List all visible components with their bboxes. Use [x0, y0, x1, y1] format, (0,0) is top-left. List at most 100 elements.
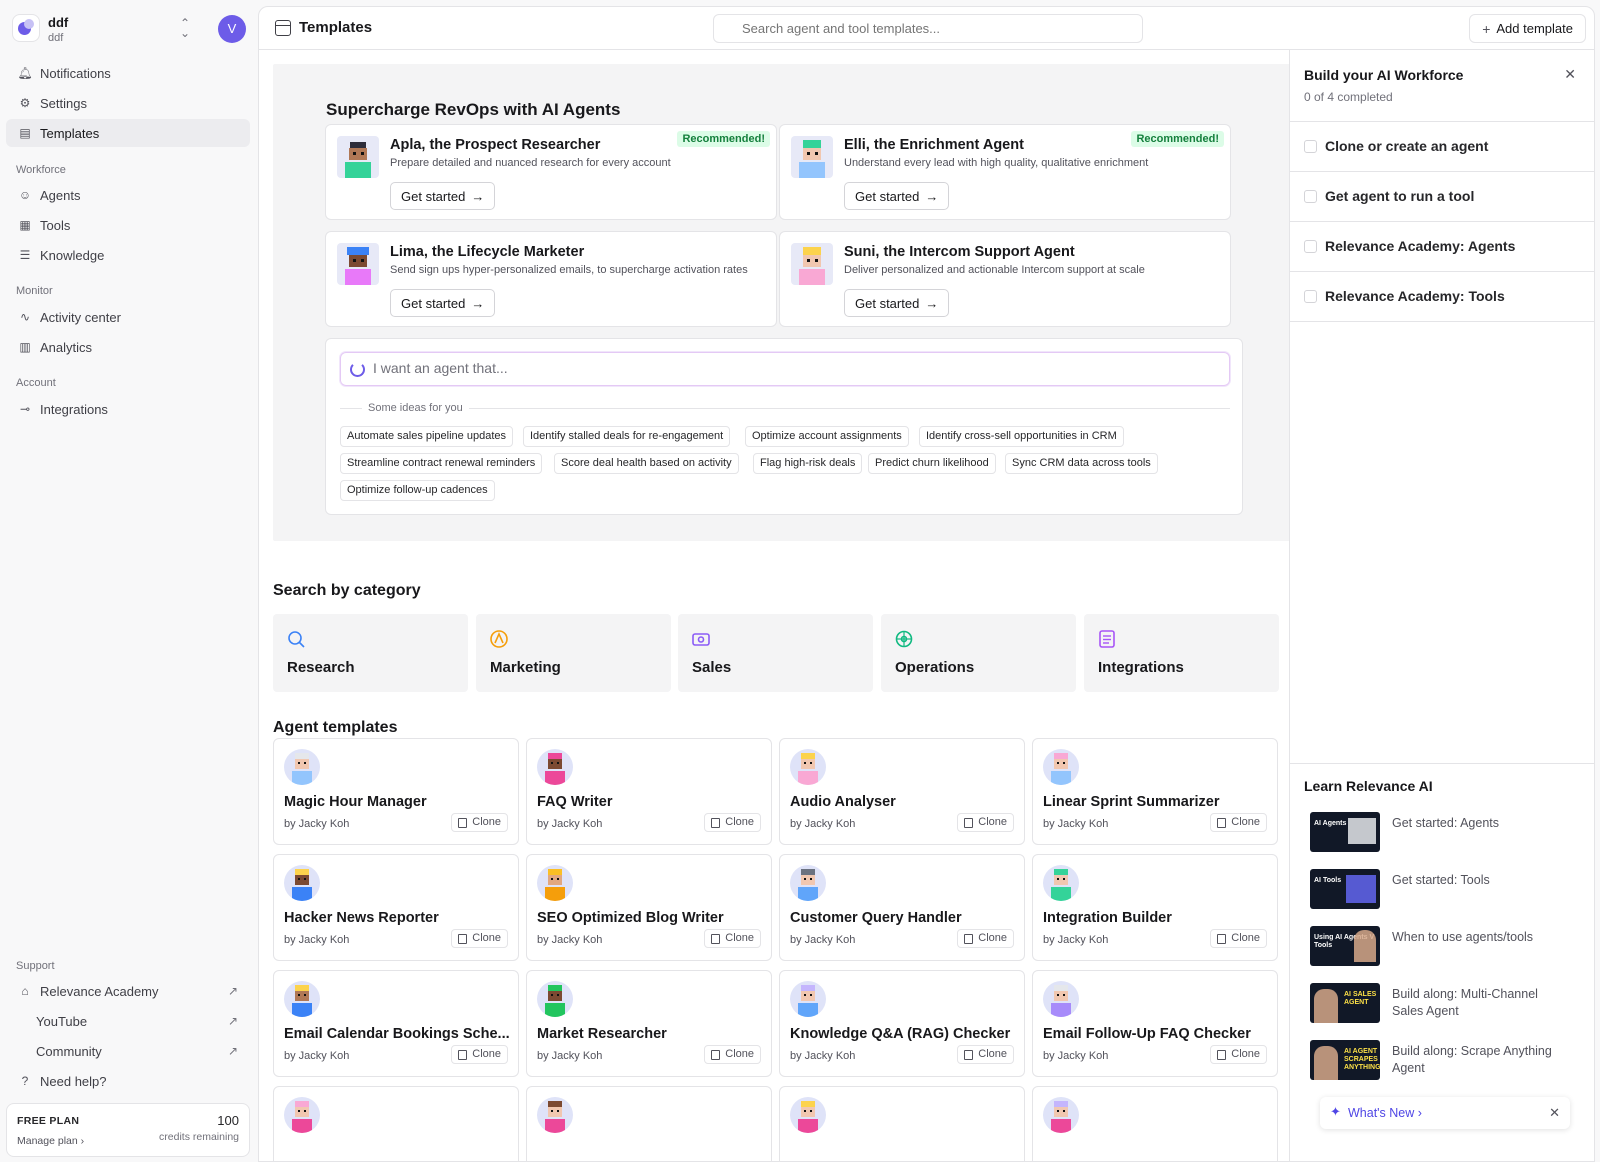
- sidebar-item-label: Integrations: [40, 401, 108, 417]
- category-operations[interactable]: Operations: [881, 614, 1076, 692]
- agent-card-suni[interactable]: Suni, the Intercom Support Agent Deliver…: [779, 231, 1231, 327]
- video-item[interactable]: AI Agents Get started: Agents: [1310, 812, 1570, 852]
- idea-chip[interactable]: Identify cross-sell opportunities in CRM: [919, 426, 1124, 447]
- clone-button[interactable]: Clone: [704, 1045, 761, 1064]
- video-title: Build along: Scrape Anything Agent: [1392, 1044, 1552, 1075]
- manage-plan-link[interactable]: Manage plan ›: [17, 1135, 84, 1147]
- idea-chip[interactable]: Optimize follow-up cadences: [340, 480, 495, 501]
- sidebar-item-tools[interactable]: ▦ Tools: [6, 211, 250, 239]
- sidebar-item-integrations[interactable]: ⊸ Integrations: [6, 395, 250, 423]
- agent-prompt-input[interactable]: I want an agent that...: [340, 352, 1230, 386]
- agent-template-card[interactable]: [1032, 1086, 1278, 1161]
- close-icon[interactable]: ✕: [1549, 1105, 1560, 1121]
- get-started-button[interactable]: Get started →: [390, 289, 496, 317]
- video-item[interactable]: AI SALES AGENT Build along: Multi-Channe…: [1310, 983, 1570, 1023]
- top-bar: Templates +Add template: [259, 7, 1594, 50]
- idea-chip[interactable]: Streamline contract renewal reminders: [340, 453, 543, 474]
- get-started-button[interactable]: Get started →: [844, 182, 950, 210]
- clone-button[interactable]: Clone: [957, 929, 1014, 948]
- category-sales[interactable]: Sales: [678, 614, 873, 692]
- add-template-button[interactable]: + Add template: [1469, 14, 1586, 43]
- agent-template-card[interactable]: Linear Sprint Summarizer by Jacky Koh Clon…: [1032, 738, 1278, 845]
- get-started-button[interactable]: Get started →: [390, 182, 496, 210]
- arrow-right-icon: →: [471, 188, 485, 204]
- agent-template-card[interactable]: Integration Builder by Jacky Koh Clone: [1032, 854, 1278, 961]
- onboarding-panel: Build your AI Workforce 0 of 4 completed…: [1289, 50, 1594, 1161]
- video-item[interactable]: AI AGENT SCRAPES ANYTHING Build along: S…: [1310, 1040, 1570, 1080]
- agent-name: Elli, the Enrichment Agent: [844, 137, 1024, 153]
- video-item[interactable]: Using AI Agents V Tools When to use agen…: [1310, 926, 1570, 966]
- whats-new-link[interactable]: What's New ›: [1348, 1106, 1422, 1120]
- sidebar-item-notifications[interactable]: 🔔︎ Notifications: [6, 59, 250, 87]
- onboarding-task[interactable]: Relevance Academy: Tools: [1290, 272, 1594, 322]
- clone-button[interactable]: Clone: [957, 813, 1014, 832]
- category-label: Research: [287, 659, 355, 676]
- category-marketing[interactable]: Marketing: [476, 614, 671, 692]
- sidebar-item-analytics[interactable]: ▥ Analytics: [6, 333, 250, 361]
- template-author: by Jacky Koh: [537, 1050, 603, 1062]
- user-avatar[interactable]: V: [218, 15, 246, 43]
- agent-card-apla[interactable]: Apla, the Prospect Researcher Prepare de…: [325, 124, 777, 220]
- agent-card-lima[interactable]: Lima, the Lifecycle Marketer Send sign u…: [325, 231, 777, 327]
- clone-button[interactable]: Clone: [704, 813, 761, 832]
- agent-template-card[interactable]: [273, 1086, 519, 1161]
- chevron-up-down-icon[interactable]: ⌃ ⌄: [180, 17, 190, 39]
- agent-template-card[interactable]: Market Researcher by Jacky Koh Clone: [526, 970, 772, 1077]
- video-item[interactable]: AI Tools Get started: Tools: [1310, 869, 1570, 909]
- clone-button[interactable]: Clone: [1210, 929, 1267, 948]
- agent-card-elli[interactable]: Elli, the Enrichment Agent Understand ev…: [779, 124, 1231, 220]
- onboarding-task[interactable]: Get agent to run a tool: [1290, 172, 1594, 222]
- sidebar-item-youtube[interactable]: YouTube ↗: [6, 1007, 250, 1035]
- idea-chip[interactable]: Optimize account assignments: [745, 426, 909, 447]
- agent-template-card[interactable]: Hacker News Reporter by Jacky Koh Clone: [273, 854, 519, 961]
- onboarding-task[interactable]: Relevance Academy: Agents: [1290, 222, 1594, 272]
- agent-avatar: [284, 1097, 320, 1133]
- sidebar-item-help[interactable]: ? Need help?: [6, 1067, 250, 1095]
- clone-button[interactable]: Clone: [704, 929, 761, 948]
- agent-template-card[interactable]: [779, 1086, 1025, 1161]
- sidebar-item-activity[interactable]: ∿ Activity center: [6, 303, 250, 331]
- search-input[interactable]: [713, 14, 1143, 43]
- sidebar-item-community[interactable]: Community ↗: [6, 1037, 250, 1065]
- page-title: Templates: [275, 19, 372, 36]
- idea-chip[interactable]: Predict churn likelihood: [868, 453, 996, 474]
- sidebar-item-knowledge[interactable]: ☰ Knowledge: [6, 241, 250, 269]
- clone-button[interactable]: Clone: [451, 1045, 508, 1064]
- get-started-button[interactable]: Get started →: [844, 289, 950, 317]
- agent-template-card[interactable]: SEO Optimized Blog Writer by Jacky Koh Clo…: [526, 854, 772, 961]
- idea-chip[interactable]: Automate sales pipeline updates: [340, 426, 513, 447]
- task-checkbox[interactable]: [1304, 140, 1317, 153]
- clone-button[interactable]: Clone: [451, 813, 508, 832]
- agent-template-card[interactable]: Magic Hour Manager by Jacky Koh Clone: [273, 738, 519, 845]
- sidebar-item-academy[interactable]: ⌂ Relevance Academy ↗: [6, 977, 250, 1005]
- clone-button[interactable]: Clone: [1210, 1045, 1267, 1064]
- idea-chip[interactable]: Identify stalled deals for re-engagement: [523, 426, 731, 447]
- category-integrations[interactable]: Integrations: [1084, 614, 1279, 692]
- agent-template-card[interactable]: Email Follow-Up FAQ Checker by Jacky Koh C…: [1032, 970, 1278, 1077]
- idea-chip[interactable]: Sync CRM data across tools: [1005, 453, 1158, 474]
- agent-template-card[interactable]: [526, 1086, 772, 1161]
- sidebar-item-templates[interactable]: ▤ Templates: [6, 119, 250, 147]
- learn-title: Learn Relevance AI: [1304, 778, 1433, 794]
- sidebar-item-agents[interactable]: ☺ Agents: [6, 181, 250, 209]
- agent-template-card[interactable]: Customer Query Handler by Jacky Koh Clone: [779, 854, 1025, 961]
- task-checkbox[interactable]: [1304, 190, 1317, 203]
- onboarding-task[interactable]: Clone or create an agent: [1290, 122, 1594, 172]
- task-checkbox[interactable]: [1304, 240, 1317, 253]
- clone-button[interactable]: Clone: [451, 929, 508, 948]
- template-name: SEO Optimized Blog Writer: [537, 910, 724, 926]
- idea-chip[interactable]: Flag high-risk deals: [753, 453, 863, 474]
- task-checkbox[interactable]: [1304, 290, 1317, 303]
- agent-template-card[interactable]: Knowledge Q&A (RAG) Checker by Jacky Koh C…: [779, 970, 1025, 1077]
- idea-chip[interactable]: Score deal health based on activity: [554, 453, 739, 474]
- agent-template-card[interactable]: FAQ Writer by Jacky Koh Clone: [526, 738, 772, 845]
- category-research[interactable]: Research: [273, 614, 468, 692]
- clone-button[interactable]: Clone: [957, 1045, 1014, 1064]
- agent-template-card[interactable]: Email Calendar Bookings Sche... by Jacky …: [273, 970, 519, 1077]
- sidebar-item-settings[interactable]: ⚙ Settings: [6, 89, 250, 117]
- agent-template-card[interactable]: Audio Analyser by Jacky Koh Clone: [779, 738, 1025, 845]
- whats-new-toast[interactable]: ✦ What's New › ✕: [1320, 1097, 1570, 1129]
- clone-button[interactable]: Clone: [1210, 813, 1267, 832]
- workspace-switcher[interactable]: ddf ddf ⌃ ⌄ V: [12, 12, 252, 46]
- close-icon[interactable]: ✕: [1564, 66, 1576, 83]
